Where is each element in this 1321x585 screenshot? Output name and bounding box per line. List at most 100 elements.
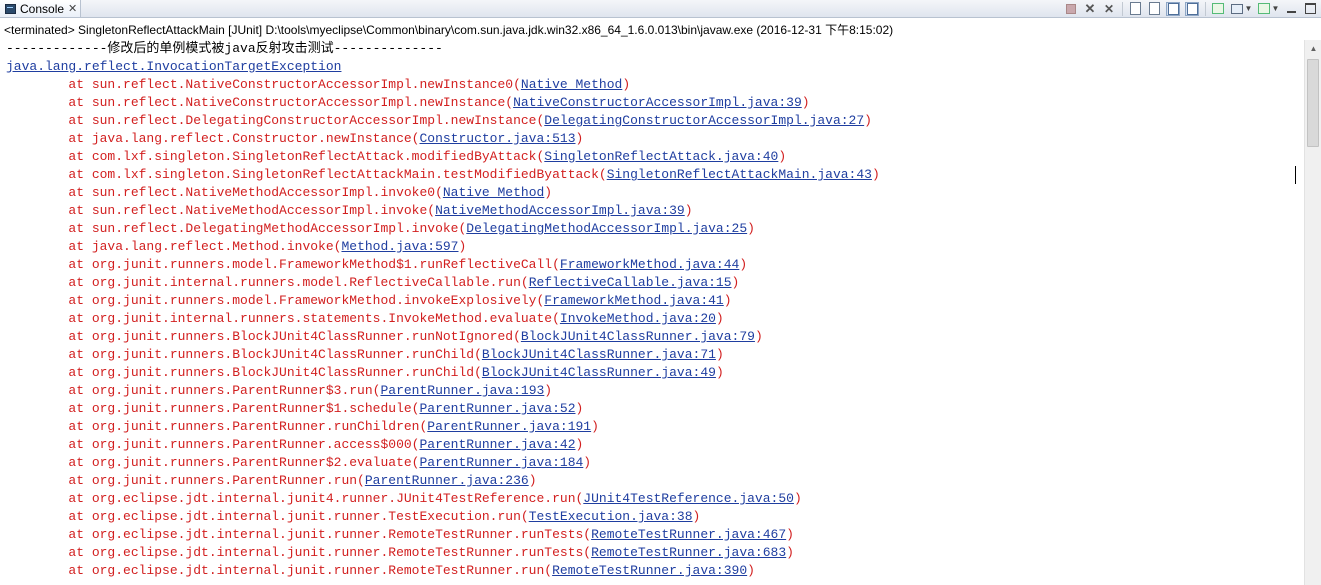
source-link[interactable]: DelegatingConstructorAccessorImpl.java:2… [544, 113, 864, 128]
tab-label: Console [20, 1, 65, 16]
source-link[interactable]: FrameworkMethod.java:41 [544, 293, 723, 308]
frame-close-paren: ) [544, 383, 553, 398]
stack-frame-line: at org.junit.runners.ParentRunner$3.run(… [6, 382, 1296, 400]
chevron-down-icon[interactable]: ▼ [1272, 2, 1280, 16]
stack-frame-line: at org.eclipse.jdt.internal.junit.runner… [6, 562, 1296, 580]
source-link[interactable]: ParentRunner.java:236 [365, 473, 529, 488]
process-status: <terminated> SingletonReflectAttackMain … [4, 23, 894, 37]
console-output[interactable]: -------------修改后的单例模式被java反射攻击测试--------… [6, 40, 1296, 585]
stack-frame-line: at java.lang.reflect.Constructor.newInst… [6, 130, 1296, 148]
frame-close-paren: ) [528, 473, 537, 488]
source-link[interactable]: ParentRunner.java:42 [419, 437, 575, 452]
frame-close-paren: ) [715, 347, 724, 362]
source-link[interactable]: ParentRunner.java:191 [427, 419, 591, 434]
frame-close-paren: ) [544, 185, 553, 200]
frame-method: at org.junit.runners.BlockJUnit4ClassRun… [6, 365, 482, 380]
frame-close-paren: ) [575, 401, 584, 416]
source-link[interactable]: InvokeMethod.java:20 [560, 311, 716, 326]
stack-frame-line: at sun.reflect.NativeConstructorAccessor… [6, 94, 1296, 112]
chevron-down-icon[interactable]: ▼ [1245, 2, 1253, 16]
show-console-on-output-icon[interactable] [1185, 1, 1199, 16]
clear-console-icon[interactable] [1128, 2, 1142, 16]
source-link[interactable]: NativeConstructorAccessorImpl.java:39 [513, 95, 802, 110]
stack-frame-line: at org.eclipse.jdt.internal.junit.runner… [6, 544, 1296, 562]
frame-method: at com.lxf.singleton.SingletonReflectAtt… [6, 149, 545, 164]
frame-close-paren: ) [575, 131, 584, 146]
source-link[interactable]: Constructor.java:513 [419, 131, 575, 146]
stack-trace: at sun.reflect.NativeConstructorAccessor… [6, 76, 1296, 580]
frame-method: at org.junit.runners.model.FrameworkMeth… [6, 257, 560, 272]
frame-method: at sun.reflect.NativeConstructorAccessor… [6, 77, 521, 92]
tab-console[interactable]: Console ✕ [0, 0, 81, 17]
frame-method: at com.lxf.singleton.SingletonReflectAtt… [6, 167, 607, 182]
source-link[interactable]: ReflectiveCallable.java:15 [529, 275, 732, 290]
exception-line: java.lang.reflect.InvocationTargetExcept… [6, 58, 1296, 76]
display-selected-console-icon[interactable] [1230, 2, 1244, 16]
frame-method: at org.junit.runners.BlockJUnit4ClassRun… [6, 329, 521, 344]
minimize-icon[interactable] [1284, 2, 1298, 16]
frame-method: at org.junit.runners.BlockJUnit4ClassRun… [6, 347, 482, 362]
frame-close-paren: ) [684, 203, 693, 218]
frame-method: at org.junit.internal.runners.statements… [6, 311, 560, 326]
open-console-icon[interactable] [1257, 2, 1271, 16]
frame-method: at org.eclipse.jdt.internal.junit.runner… [6, 563, 553, 578]
pin-console-icon[interactable] [1211, 2, 1225, 16]
console-view-header: Console ✕ ✕ ✕ ▼ ▼ [0, 0, 1321, 18]
stack-frame-line: at org.junit.runners.ParentRunner$2.eval… [6, 454, 1296, 472]
word-wrap-icon[interactable] [1166, 1, 1180, 16]
scroll-up-icon[interactable]: ▲ [1305, 40, 1321, 57]
frame-close-paren: ) [786, 545, 794, 560]
frame-method: at org.junit.runners.ParentRunner.runChi… [6, 419, 428, 434]
output-line-header: -------------修改后的单例模式被java反射攻击测试--------… [6, 41, 443, 56]
frame-method: at org.junit.internal.runners.model.Refl… [6, 275, 529, 290]
console-toolbar: ✕ ✕ ▼ ▼ [1059, 0, 1317, 17]
console-icon [5, 3, 16, 14]
source-link[interactable]: SingletonReflectAttack.java:40 [544, 149, 778, 164]
frame-close-paren: ) [739, 257, 748, 272]
source-link[interactable]: BlockJUnit4ClassRunner.java:49 [482, 365, 716, 380]
source-link[interactable]: Native Method [443, 185, 544, 200]
remove-launch-icon[interactable]: ✕ [1083, 1, 1097, 16]
terminate-icon[interactable] [1064, 2, 1078, 16]
stack-frame-line: at org.junit.internal.runners.statements… [6, 310, 1296, 328]
source-link[interactable]: RemoteTestRunner.java:467 [591, 527, 786, 542]
vertical-scrollbar[interactable]: ▲ [1304, 40, 1321, 585]
source-link[interactable]: ParentRunner.java:184 [419, 455, 583, 470]
source-link[interactable]: SingletonReflectAttackMain.java:43 [607, 167, 872, 182]
source-link[interactable]: DelegatingMethodAccessorImpl.java:25 [466, 221, 747, 236]
close-icon[interactable]: ✕ [68, 2, 77, 15]
source-link[interactable]: ParentRunner.java:193 [380, 383, 544, 398]
frame-method: at java.lang.reflect.Constructor.newInst… [6, 131, 420, 146]
source-link[interactable]: JUnit4TestReference.java:50 [583, 491, 794, 506]
source-link[interactable]: BlockJUnit4ClassRunner.java:71 [482, 347, 716, 362]
stack-frame-line: at org.junit.runners.ParentRunner.run(Pa… [6, 472, 1296, 490]
source-link[interactable]: ParentRunner.java:52 [419, 401, 575, 416]
frame-method: at org.junit.runners.ParentRunner$3.run( [6, 383, 381, 398]
frame-close-paren: ) [715, 365, 724, 380]
stack-frame-line: at sun.reflect.NativeConstructorAccessor… [6, 76, 1296, 94]
source-link[interactable]: FrameworkMethod.java:44 [560, 257, 739, 272]
frame-close-paren: ) [793, 491, 802, 506]
source-link[interactable]: RemoteTestRunner.java:390 [552, 563, 747, 578]
frame-close-paren: ) [864, 113, 872, 128]
source-link[interactable]: RemoteTestRunner.java:683 [591, 545, 786, 560]
scroll-lock-icon[interactable] [1147, 2, 1161, 16]
source-link[interactable]: Native Method [521, 77, 622, 92]
stack-frame-line: at org.eclipse.jdt.internal.junit.runner… [6, 526, 1296, 544]
frame-close-paren: ) [747, 221, 755, 236]
exception-link[interactable]: java.lang.reflect.InvocationTargetExcept… [6, 59, 341, 74]
stack-frame-line: at sun.reflect.DelegatingConstructorAcce… [6, 112, 1296, 130]
frame-method: at org.eclipse.jdt.internal.junit.runner… [6, 527, 592, 542]
source-link[interactable]: NativeMethodAccessorImpl.java:39 [435, 203, 685, 218]
frame-method: at sun.reflect.NativeMethodAccessorImpl.… [6, 185, 443, 200]
stack-frame-line: at org.junit.runners.ParentRunner.access… [6, 436, 1296, 454]
scrollbar-thumb[interactable] [1307, 59, 1319, 147]
source-link[interactable]: BlockJUnit4ClassRunner.java:79 [521, 329, 755, 344]
stack-frame-line: at com.lxf.singleton.SingletonReflectAtt… [6, 148, 1296, 166]
remove-all-terminated-icon[interactable]: ✕ [1102, 2, 1116, 16]
stack-frame-line: at java.lang.reflect.Method.invoke(Metho… [6, 238, 1296, 256]
frame-method: at org.junit.runners.ParentRunner.run( [6, 473, 365, 488]
maximize-icon[interactable] [1303, 2, 1317, 16]
source-link[interactable]: Method.java:597 [341, 239, 458, 254]
source-link[interactable]: TestExecution.java:38 [529, 509, 693, 524]
